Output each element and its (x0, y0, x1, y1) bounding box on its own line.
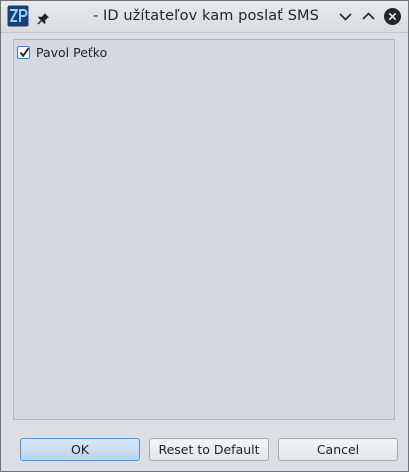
pin-icon[interactable] (37, 10, 50, 25)
app-logo-icon (7, 5, 29, 27)
title-bar[interactable]: - ID užítateľov kam poslať SMS (1, 1, 408, 33)
list-item[interactable]: Pavol Peťko (17, 43, 107, 61)
cancel-button[interactable]: Cancel (278, 438, 398, 461)
close-button[interactable] (383, 7, 402, 26)
window-title: - ID užítateľov kam poslať SMS (93, 8, 319, 24)
chevron-down-icon (339, 13, 352, 21)
list-item-label: Pavol Peťko (36, 44, 108, 60)
user-checkbox[interactable] (17, 45, 30, 59)
close-icon (384, 8, 401, 25)
chevron-up-icon (362, 12, 375, 20)
maximize-button[interactable] (359, 7, 378, 26)
checkmark-icon (19, 47, 30, 57)
reset-to-default-button[interactable]: Reset to Default (149, 438, 269, 461)
minimize-button[interactable] (336, 7, 355, 26)
user-list[interactable]: Pavol Peťko (13, 39, 395, 420)
ok-button[interactable]: OK (20, 438, 140, 461)
dialog-window: - ID užítateľov kam poslať SMS Pavol Peť… (0, 0, 409, 472)
